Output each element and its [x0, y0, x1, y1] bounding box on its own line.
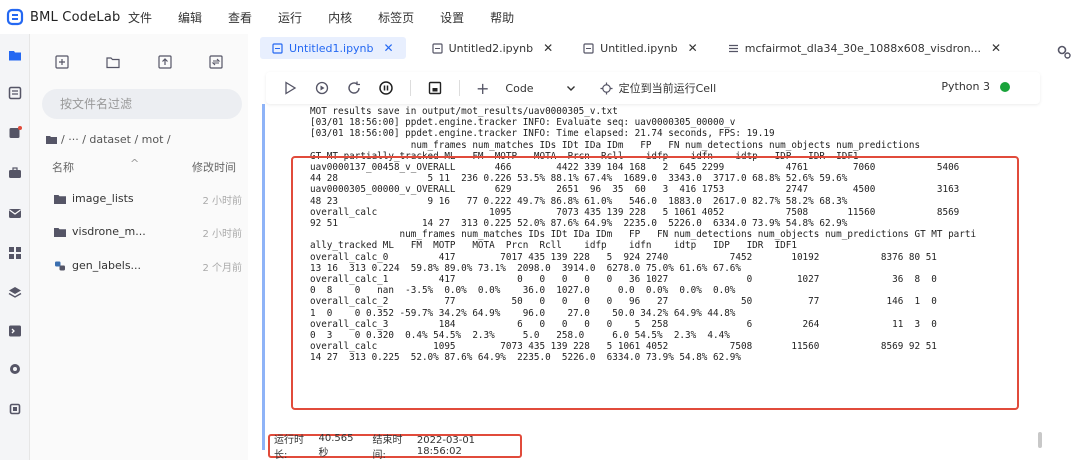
close-icon[interactable]: ✕ [384, 41, 394, 55]
tab-label: Untitled1.ipynb [289, 41, 374, 55]
output-line: MOT results save in output/mot_results/u… [310, 106, 618, 117]
tab-untitled[interactable]: Untitled.ipynb ✕ [571, 37, 710, 59]
output-line: [03/01 18:56:00] ppdet.engine.tracker IN… [310, 117, 736, 129]
file-toolbar [54, 54, 224, 70]
cell-type-select[interactable]: Code [505, 82, 533, 95]
toolbar-divider [459, 80, 460, 96]
menu-tabs[interactable]: 标签页 [378, 9, 414, 26]
output-line: [03/01 18:56:00] ppdet.engine.tracker IN… [310, 128, 775, 140]
file-browser-panel: 按文件名过滤 / ··· / dataset / mot / 名称 ^ 修改时间… [30, 34, 248, 460]
terminal-icon[interactable] [8, 324, 22, 338]
save-icon[interactable] [427, 80, 443, 96]
output-line: num_frames num_matches IDs IDt IDa IDm F… [310, 139, 921, 151]
breadcrumb-path[interactable]: / ··· / dataset / mot / [61, 133, 171, 146]
menu-run[interactable]: 运行 [278, 9, 302, 26]
menubar: BML CodeLab 文件 编辑 查看 运行 内核 标签页 设置 帮助 [0, 0, 1080, 34]
tab-untitled1[interactable]: Untitled1.ipynb ✕ [260, 37, 406, 59]
kernel-status[interactable]: Python 3 [941, 80, 1010, 93]
interrupt-icon[interactable] [378, 80, 394, 96]
list-item[interactable]: gen_labels... 2 个月前 [54, 259, 242, 275]
upload-icon[interactable] [157, 54, 173, 70]
briefcase-icon[interactable] [8, 166, 22, 180]
execution-info: 运行时长: 40.565秒 结束时间: 2022-03-01 18:56:02 [268, 433, 522, 461]
folder-icon [54, 228, 66, 237]
file-browser-icon[interactable] [8, 48, 22, 62]
scrollbar[interactable] [1038, 432, 1042, 448]
notebook-toolbar: + Code 定位到当前运行Cell Python 3 [266, 72, 1040, 104]
duration-label: 运行时长: [274, 435, 304, 461]
gear-icon[interactable] [1056, 44, 1072, 60]
tab-label: mcfairmot_dla34_30e_1088x608_visdron... [744, 41, 982, 55]
running-icon[interactable] [8, 86, 22, 100]
tab-label: Untitled.ipynb [600, 41, 678, 55]
file-name: visdrone_m... [72, 225, 146, 238]
file-time: 2 个月前 [202, 263, 242, 274]
mail-icon[interactable] [8, 206, 22, 220]
kernel-name: Python 3 [941, 80, 990, 93]
tab-config-file[interactable]: mcfairmot_dla34_30e_1088x608_visdron... … [716, 37, 1013, 59]
notebook-file-icon [583, 42, 594, 54]
file-time: 2 小时前 [202, 196, 242, 207]
menu-settings[interactable]: 设置 [440, 9, 464, 26]
menu-help[interactable]: 帮助 [490, 9, 514, 26]
file-filter-input[interactable]: 按文件名过滤 [42, 89, 242, 119]
new-file-icon[interactable] [54, 54, 70, 70]
metrics-highlight-box [291, 156, 1019, 410]
close-icon[interactable]: ✕ [991, 41, 1001, 55]
app-title: BML CodeLab [30, 9, 121, 25]
text-file-icon [728, 44, 738, 52]
file-name: image_lists [72, 192, 134, 205]
run-icon[interactable] [282, 80, 298, 96]
codelab-logo-icon [6, 8, 24, 26]
tab-untitled2[interactable]: Untitled2.ipynb ✕ [420, 37, 566, 59]
folder-icon [46, 136, 57, 144]
sort-chevron-icon[interactable]: ^ [130, 157, 139, 170]
menu-kernel[interactable]: 内核 [328, 9, 352, 26]
run-all-icon[interactable] [314, 80, 330, 96]
python-file-icon [55, 261, 65, 271]
chip-icon[interactable] [8, 402, 22, 416]
notebook-file-icon [431, 42, 443, 54]
app-logo[interactable]: BML CodeLab [6, 8, 128, 26]
kernel-idle-indicator [1000, 81, 1010, 92]
tab-label: Untitled2.ipynb [448, 41, 534, 55]
end-time-value: 2022-03-01 18:56:02 [416, 435, 476, 457]
activity-rail [0, 34, 30, 460]
extensions-icon[interactable] [8, 246, 22, 260]
file-name: gen_labels... [72, 259, 142, 272]
end-time-label: 结束时间: [372, 435, 403, 461]
cell-collapser[interactable] [262, 104, 265, 450]
toolbar-divider [410, 80, 411, 96]
notebook-tabs: Untitled1.ipynb ✕ Untitled2.ipynb ✕ Unti… [248, 34, 1048, 62]
close-icon[interactable]: ✕ [688, 41, 698, 55]
menu-view[interactable]: 查看 [228, 9, 252, 26]
menu-edit[interactable]: 编辑 [178, 9, 202, 26]
file-time: 2 小时前 [202, 229, 242, 240]
column-name-header[interactable]: 名称 [52, 159, 74, 175]
menu-file[interactable]: 文件 [128, 9, 152, 26]
refresh-files-icon[interactable] [208, 54, 224, 70]
layers-icon[interactable] [8, 286, 22, 300]
new-folder-icon[interactable] [105, 54, 121, 70]
list-item[interactable]: image_lists 2 小时前 [54, 192, 242, 208]
locate-icon[interactable] [600, 81, 613, 95]
chevron-down-icon[interactable] [566, 83, 576, 93]
folder-icon [54, 195, 66, 204]
locate-current-cell-button[interactable]: 定位到当前运行Cell [619, 80, 717, 96]
list-item[interactable]: visdrone_m... 2 小时前 [54, 225, 242, 241]
dataset-icon[interactable] [8, 126, 22, 140]
close-icon[interactable]: ✕ [543, 41, 553, 55]
restart-icon[interactable] [346, 80, 362, 96]
breadcrumb[interactable]: / ··· / dataset / mot / [46, 133, 171, 146]
column-time-header[interactable]: 修改时间 [192, 159, 236, 175]
settings-cog-icon[interactable] [8, 362, 22, 376]
notebook-file-icon [272, 42, 283, 54]
add-cell-icon[interactable]: + [476, 79, 489, 98]
duration-value: 40.565秒 [318, 433, 354, 459]
